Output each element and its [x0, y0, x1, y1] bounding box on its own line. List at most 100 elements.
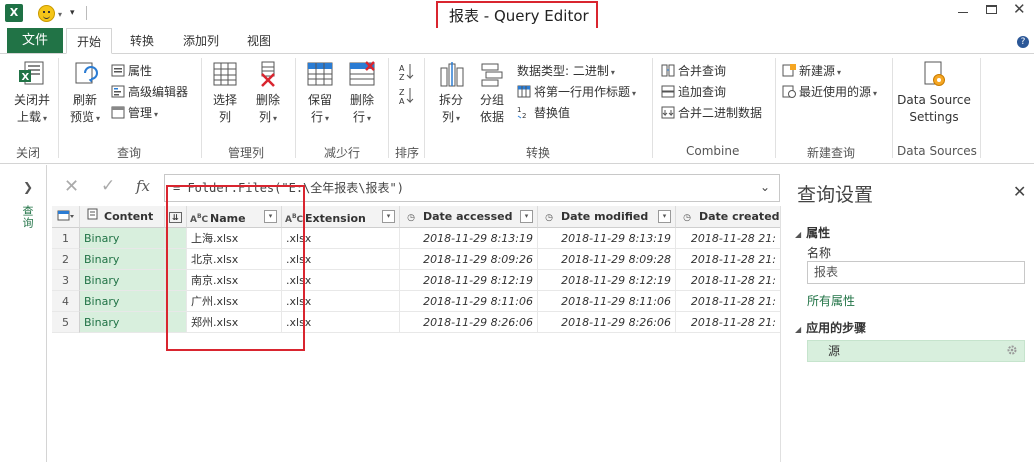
date-accessed-cell[interactable]: 2018-11-29 8:09:26	[400, 249, 538, 270]
row-number[interactable]: 1	[52, 228, 80, 249]
combine-binaries-button[interactable]: 合并二进制数据	[661, 105, 762, 121]
recent-sources-button[interactable]: 最近使用的源 ▾	[782, 84, 877, 102]
row-number[interactable]: 4	[52, 291, 80, 312]
smiley-feedback-icon[interactable]	[38, 5, 55, 22]
close-and-load-label-2-text: 上载	[16, 110, 41, 124]
date-modified-cell[interactable]: 2018-11-29 8:09:28	[538, 249, 676, 270]
svg-text:2: 2	[522, 112, 526, 119]
applied-step-item[interactable]: 源	[807, 340, 1025, 362]
filter-dropdown-icon[interactable]: ▾	[382, 210, 395, 223]
tab-view[interactable]: 视图	[240, 28, 278, 54]
applied-steps-section-header[interactable]: ◢ 应用的步骤	[795, 319, 866, 336]
binary-link[interactable]: Binary	[80, 249, 165, 270]
date-modified-cell[interactable]: 2018-11-29 8:26:06	[538, 312, 676, 333]
gear-icon[interactable]	[1006, 344, 1018, 356]
all-properties-link[interactable]: 所有属性	[807, 292, 855, 309]
column-header-content[interactable]: Content	[80, 206, 165, 228]
title-bar: X ▾ ▾ 报表 - Query Editor ✕	[0, 0, 1034, 37]
ribbon-divider	[295, 58, 296, 158]
append-queries-button[interactable]: 追加查询	[661, 84, 726, 100]
excel-app-icon[interactable]: X	[5, 4, 23, 22]
applied-steps-label: 应用的步骤	[806, 321, 867, 335]
row-number[interactable]: 2	[52, 249, 80, 270]
tab-home[interactable]: 开始	[66, 28, 112, 54]
binary-link[interactable]: Binary	[80, 228, 165, 249]
new-source-icon	[782, 64, 796, 77]
recent-sources-icon	[782, 85, 796, 98]
date-accessed-cell[interactable]: 2018-11-29 8:26:06	[400, 312, 538, 333]
sort-ascending-button[interactable]: AZ	[399, 62, 415, 86]
row-number[interactable]: 5	[52, 312, 80, 333]
date-created-cell[interactable]: 2018-11-28 21:	[676, 270, 780, 291]
keep-rows-label-2-text: 行	[310, 110, 323, 124]
date-created-cell[interactable]: 2018-11-28 21:	[676, 228, 780, 249]
date-created-cell[interactable]: 2018-11-28 21:	[676, 291, 780, 312]
close-and-load-button[interactable]: X 关闭并 上载 ▾	[10, 60, 54, 127]
help-icon[interactable]: ?	[1017, 36, 1029, 48]
replace-values-button[interactable]: 1 2 替换值	[517, 105, 570, 121]
row-number[interactable]: 3	[52, 270, 80, 291]
date-created-cell[interactable]: 2018-11-28 21:	[676, 312, 780, 333]
minimize-button[interactable]	[958, 12, 968, 13]
date-modified-cell[interactable]: 2018-11-29 8:13:19	[538, 228, 676, 249]
use-first-row-as-headers-button[interactable]: 将第一行用作标题 ▾	[517, 84, 636, 102]
merge-queries-button[interactable]: 合并查询	[661, 63, 726, 79]
group-label-sort: 排序	[395, 146, 420, 160]
table-menu-button[interactable]	[52, 206, 80, 228]
date-accessed-cell[interactable]: 2018-11-29 8:12:19	[400, 270, 538, 291]
keep-rows-caret-icon: ▾	[325, 114, 330, 123]
column-header-date-created[interactable]: ◷ Date created	[676, 206, 780, 228]
grid-pane-divider[interactable]	[780, 206, 781, 462]
combine-binaries-icon	[661, 106, 675, 119]
column-header-date-modified[interactable]: ◷ Date modified ▾	[538, 206, 676, 228]
tab-file[interactable]: 文件	[7, 28, 63, 53]
split-column-button[interactable]: 拆分 列 ▾	[432, 60, 470, 127]
merge-queries-label: 合并查询	[678, 64, 727, 78]
remove-columns-button[interactable]: 删除 列 ▾	[248, 60, 288, 127]
properties-button[interactable]: 属性	[111, 63, 152, 79]
new-source-button[interactable]: 新建源 ▾	[782, 63, 841, 81]
choose-columns-button[interactable]: 选择 列	[205, 60, 245, 126]
date-modified-cell[interactable]: 2018-11-29 8:11:06	[538, 291, 676, 312]
keep-rows-label-2: 行 ▾	[300, 109, 340, 127]
remove-columns-label-2-text: 列	[258, 110, 271, 124]
tab-add-column[interactable]: 添加列	[176, 28, 226, 54]
filter-dropdown-icon[interactable]: ▾	[658, 210, 671, 223]
binary-link[interactable]: Binary	[80, 312, 165, 333]
append-queries-icon	[661, 85, 675, 98]
close-window-button[interactable]: ✕	[1013, 0, 1026, 18]
fx-icon[interactable]: fx	[136, 177, 150, 195]
formula-expand-icon[interactable]: ⌄	[760, 180, 770, 194]
remove-rows-button[interactable]: 删除 行 ▾	[342, 60, 382, 127]
properties-section-header[interactable]: ◢ 属性	[795, 224, 830, 241]
date-created-cell[interactable]: 2018-11-28 21:	[676, 249, 780, 270]
queries-nav-label[interactable]: 查询	[19, 205, 35, 229]
advanced-editor-button[interactable]: 高级编辑器	[111, 84, 188, 100]
group-by-button[interactable]: 分组 依据	[473, 60, 511, 126]
advanced-editor-icon	[111, 85, 125, 98]
close-pane-button[interactable]: ✕	[1013, 182, 1026, 201]
binary-link[interactable]: Binary	[80, 291, 165, 312]
data-source-settings-button[interactable]: Data Source Settings	[896, 60, 972, 126]
cancel-formula-icon[interactable]: ✕	[64, 176, 79, 197]
data-type-dropdown[interactable]: 数据类型: 二进制 ▾	[517, 63, 615, 81]
keep-rows-button[interactable]: 保留 行 ▾	[300, 60, 340, 127]
sort-descending-button[interactable]: ZA	[399, 86, 415, 110]
column-header-date-accessed[interactable]: ◷ Date accessed ▾	[400, 206, 538, 228]
customize-toolbar-icon[interactable]: ▾	[70, 8, 75, 18]
advanced-editor-label: 高级编辑器	[128, 85, 189, 99]
date-accessed-cell[interactable]: 2018-11-29 8:11:06	[400, 291, 538, 312]
refresh-preview-button[interactable]: 刷新 预览 ▾	[64, 60, 106, 127]
binary-link[interactable]: Binary	[80, 270, 165, 291]
date-accessed-cell[interactable]: 2018-11-29 8:13:19	[400, 228, 538, 249]
manage-button[interactable]: 管理 ▾	[111, 105, 158, 123]
maximize-button[interactable]	[986, 5, 997, 14]
svg-text:X: X	[22, 72, 30, 83]
date-modified-cell[interactable]: 2018-11-29 8:12:19	[538, 270, 676, 291]
commit-formula-icon[interactable]: ✓	[101, 176, 115, 196]
feedback-dropdown-icon[interactable]: ▾	[58, 10, 62, 19]
expand-queries-icon[interactable]: ❯	[23, 180, 33, 194]
filter-dropdown-icon[interactable]: ▾	[520, 210, 533, 223]
query-name-input[interactable]: 报表	[807, 261, 1025, 284]
tab-transform[interactable]: 转换	[120, 28, 164, 54]
